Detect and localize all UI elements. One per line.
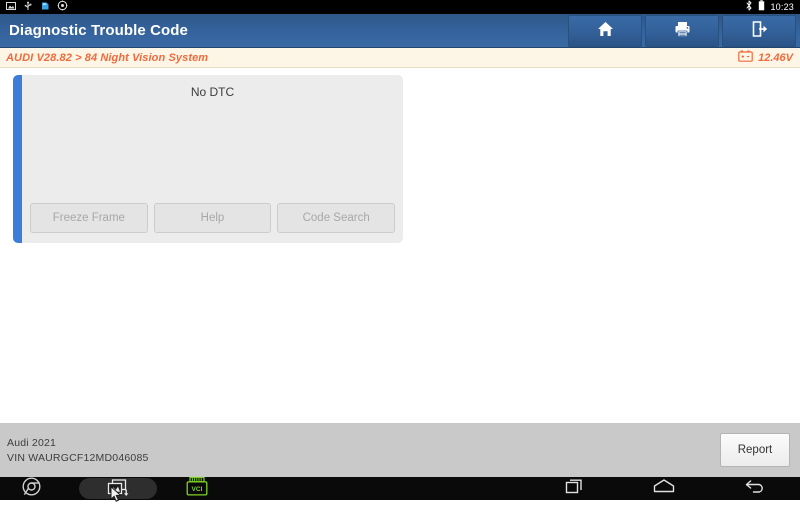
exit-icon: [750, 20, 769, 43]
screenshot-icon[interactable]: [79, 478, 157, 499]
status-bar-clock: 10:23: [770, 2, 794, 12]
home-icon: [596, 20, 615, 43]
vehicle-vin: VIN WAURGCF12MD046085: [7, 451, 149, 464]
nav-bar-system-buttons: [530, 477, 800, 500]
help-button[interactable]: Help: [153, 203, 272, 233]
dtc-status-message: No DTC: [190, 85, 235, 99]
voltage-indicator: 12.46V: [738, 49, 793, 67]
printer-icon: [673, 20, 692, 43]
nav-bar-left-group: VCI: [0, 476, 260, 502]
vehicle-details: Audi 2021 VIN WAURGCF12MD046085: [7, 437, 149, 464]
dtc-panel-body: No DTC Freeze Frame Help Code Search: [22, 75, 403, 243]
code-search-button[interactable]: Code Search: [277, 203, 396, 233]
android-status-bar: 10:23: [0, 0, 800, 14]
header-toolbar: [568, 14, 800, 47]
report-button[interactable]: Report: [720, 433, 790, 467]
breadcrumb: AUDI V28.82 > 84 Night Vision System: [6, 51, 209, 64]
home-nav-icon[interactable]: [653, 478, 675, 500]
vci-icon[interactable]: VCI: [185, 476, 209, 501]
main-content: No DTC Freeze Frame Help Code Search: [0, 68, 800, 423]
dtc-result-panel: No DTC Freeze Frame Help Code Search: [13, 75, 403, 243]
freeze-frame-button[interactable]: Freeze Frame: [30, 203, 148, 233]
vehicle-make-year: Audi 2021: [7, 436, 57, 449]
app-header: Diagnostic Trouble Code: [0, 14, 800, 48]
android-nav-bar: VCI: [0, 476, 800, 502]
breadcrumb-bar: AUDI V28.82 > 84 Night Vision System 12.…: [0, 48, 800, 68]
voltage-value: 12.46V: [758, 51, 793, 64]
page-title: Diagnostic Trouble Code: [9, 22, 188, 39]
panel-accent-bar: [13, 75, 22, 243]
home-button[interactable]: [568, 15, 642, 47]
dtc-action-buttons: Freeze Frame Help Code Search: [22, 203, 403, 243]
exit-button[interactable]: [722, 15, 796, 47]
back-icon[interactable]: [744, 478, 766, 500]
recents-icon[interactable]: [565, 478, 584, 500]
browser-icon[interactable]: [22, 476, 41, 501]
print-button[interactable]: [645, 15, 719, 47]
app-screen: 10:23 Diagnostic Trouble Code AUDI V28.8…: [0, 0, 800, 502]
svg-text:VCI: VCI: [192, 485, 203, 492]
vehicle-info-bar: Audi 2021 VIN WAURGCF12MD046085 Report: [0, 423, 800, 477]
car-battery-icon: [738, 49, 753, 67]
